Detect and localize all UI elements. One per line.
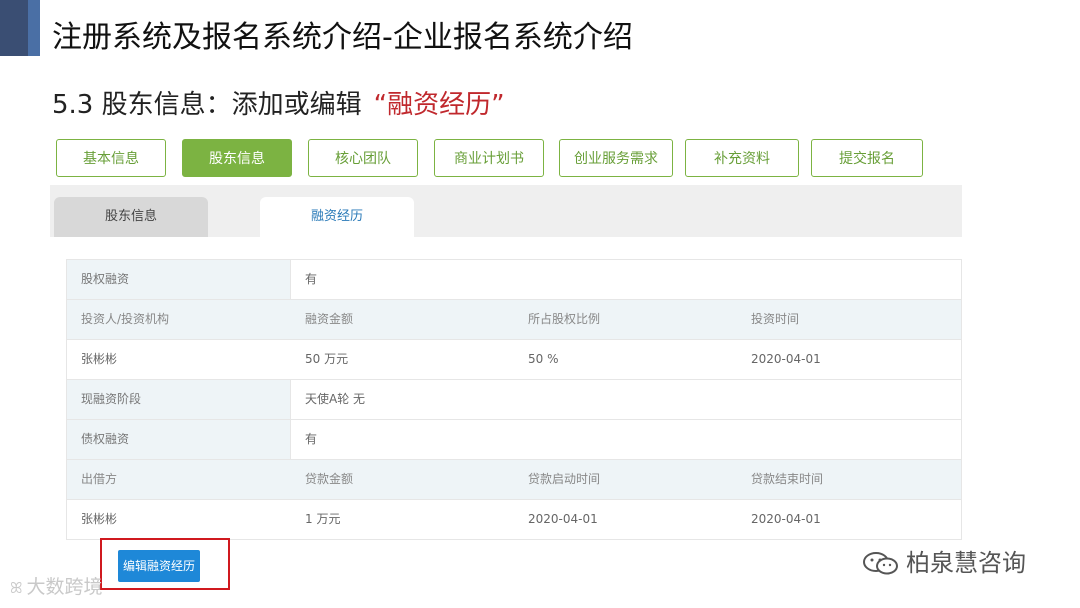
step-submit-registration[interactable]: 提交报名 <box>811 139 923 177</box>
section-title: 5.3 股东信息：添加或编辑 “融资经历” <box>52 84 505 121</box>
watermark-left: ꕤ 大数跨境 <box>10 572 103 599</box>
equity-financing-value: 有 <box>305 272 318 286</box>
tab-shareholder-info[interactable]: 股东信息 <box>54 197 208 237</box>
column-header: 投资人/投资机构 <box>81 312 170 326</box>
investment-date-cell: 2020-04-01 <box>751 352 821 366</box>
equity-financing-row: 股权融资 有 <box>67 260 961 299</box>
column-header: 所占股权比例 <box>528 312 601 326</box>
tab-bar: 股东信息 融资经历 <box>50 185 962 237</box>
current-stage-row: 现融资阶段 天使A轮 无 <box>67 379 961 419</box>
column-header: 投资时间 <box>751 312 800 326</box>
edit-financing-history-button[interactable]: 编辑融资经历 <box>118 550 200 582</box>
step-core-team[interactable]: 核心团队 <box>308 139 418 177</box>
watermark-right: 柏泉慧咨询 <box>862 543 1026 578</box>
slide-title: 注册系统及报名系统介绍-企业报名系统介绍 <box>52 20 633 55</box>
amount-cell: 50 万元 <box>305 352 349 366</box>
watermark-logo-icon: ꕤ <box>10 579 23 597</box>
step-startup-service-needs[interactable]: 创业服务需求 <box>559 139 673 177</box>
table-row: 张彬彬 50 万元 50 % 2020-04-01 <box>67 339 961 379</box>
loan-amount-cell: 1 万元 <box>305 512 341 526</box>
column-header: 出借方 <box>81 472 118 486</box>
step-business-plan[interactable]: 商业计划书 <box>434 139 544 177</box>
debt-financing-label: 债权融资 <box>67 420 291 459</box>
current-stage-value: 天使A轮 无 <box>305 392 366 406</box>
investor-cell: 张彬彬 <box>81 352 118 366</box>
column-header: 贷款结束时间 <box>751 472 824 486</box>
equity-financing-label: 股权融资 <box>67 260 291 299</box>
step-basic-info[interactable]: 基本信息 <box>56 139 166 177</box>
section-title-prefix: 5.3 股东信息：添加或编辑 <box>52 90 362 120</box>
debt-financing-row: 债权融资 有 <box>67 419 961 459</box>
financing-panel: 股东信息 融资经历 股权融资 有 投资人/投资机构 融资金额 所占股权比例 投资… <box>50 185 962 540</box>
lender-cell: 张彬彬 <box>81 512 118 526</box>
debt-financing-value: 有 <box>305 432 318 446</box>
step-shareholder-info[interactable]: 股东信息 <box>182 139 292 177</box>
header-accent-bar <box>0 0 40 56</box>
equity-ratio-cell: 50 % <box>528 352 559 366</box>
table-row: 张彬彬 1 万元 2020-04-01 2020-04-01 <box>67 499 961 539</box>
column-header: 贷款金额 <box>305 472 354 486</box>
loan-start-date-cell: 2020-04-01 <box>528 512 598 526</box>
debt-header-row: 出借方 贷款金额 贷款启动时间 贷款结束时间 <box>67 459 961 499</box>
equity-header-row: 投资人/投资机构 融资金额 所占股权比例 投资时间 <box>67 299 961 339</box>
current-stage-label: 现融资阶段 <box>67 380 291 419</box>
wechat-icon <box>863 552 898 575</box>
column-header: 贷款启动时间 <box>528 472 601 486</box>
watermark-left-text: 大数跨境 <box>26 576 103 598</box>
watermark-right-text: 柏泉慧咨询 <box>906 549 1026 577</box>
financing-table: 股权融资 有 投资人/投资机构 融资金额 所占股权比例 投资时间 张彬彬 50 … <box>66 259 962 540</box>
section-title-highlight: “融资经历” <box>373 90 505 120</box>
loan-end-date-cell: 2020-04-01 <box>751 512 821 526</box>
tab-financing-history[interactable]: 融资经历 <box>260 197 414 237</box>
step-supplementary-materials[interactable]: 补充资料 <box>685 139 799 177</box>
column-header: 融资金额 <box>305 312 354 326</box>
